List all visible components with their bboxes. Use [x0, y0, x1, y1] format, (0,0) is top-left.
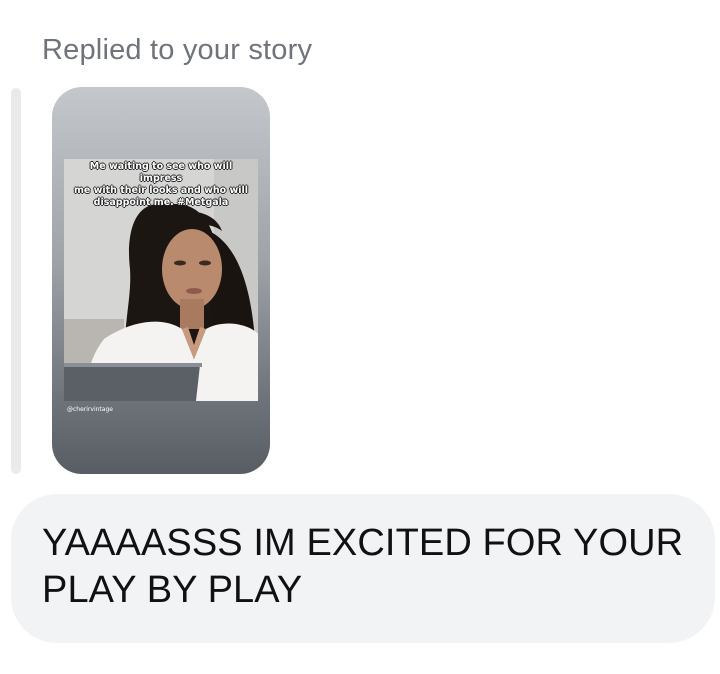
- message-text: YAAAASSS IM EXCITED FOR YOUR PLAY BY PLA…: [42, 522, 684, 611]
- story-image: Me waiting to see who will impress me wi…: [64, 159, 258, 401]
- story-preview-card[interactable]: Me waiting to see who will impress me wi…: [52, 87, 270, 474]
- dm-thread: Replied to your story Me waiting to see …: [0, 0, 720, 674]
- reply-context-label: Replied to your story: [42, 34, 313, 66]
- story-handle: @cherirvintage: [67, 406, 113, 413]
- quote-bar: [11, 88, 21, 474]
- story-caption: Me waiting to see who will impress me wi…: [73, 161, 249, 208]
- message-bubble[interactable]: YAAAASSS IM EXCITED FOR YOUR PLAY BY PLA…: [11, 494, 715, 643]
